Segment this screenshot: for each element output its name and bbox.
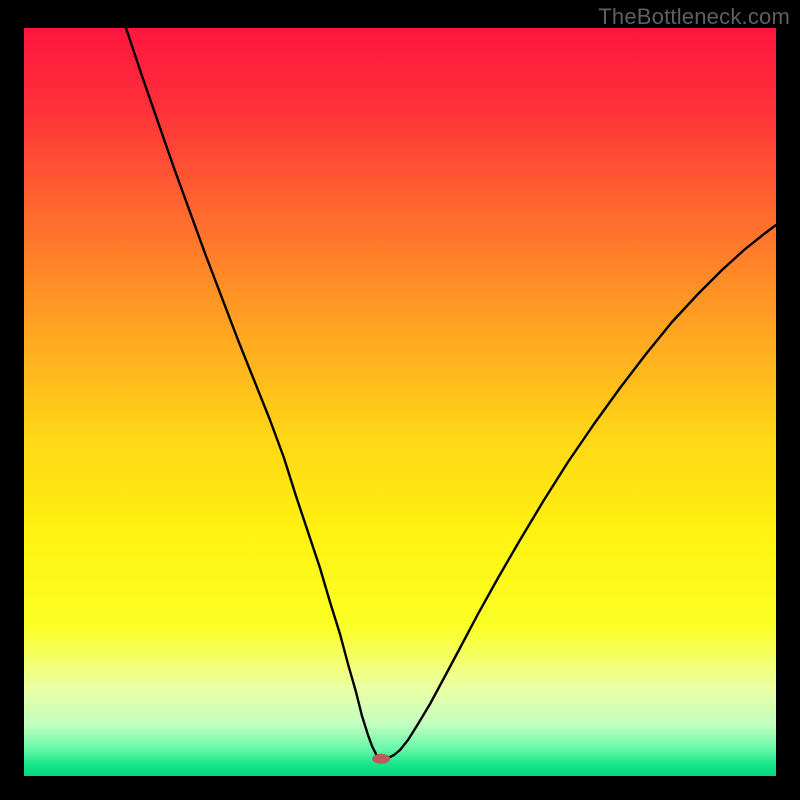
bottleneck-chart: [24, 28, 776, 776]
gradient-background: [24, 28, 776, 776]
optimal-point-marker: [372, 754, 390, 764]
watermark-text: TheBottleneck.com: [598, 4, 790, 30]
chart-stage: TheBottleneck.com: [0, 0, 800, 800]
